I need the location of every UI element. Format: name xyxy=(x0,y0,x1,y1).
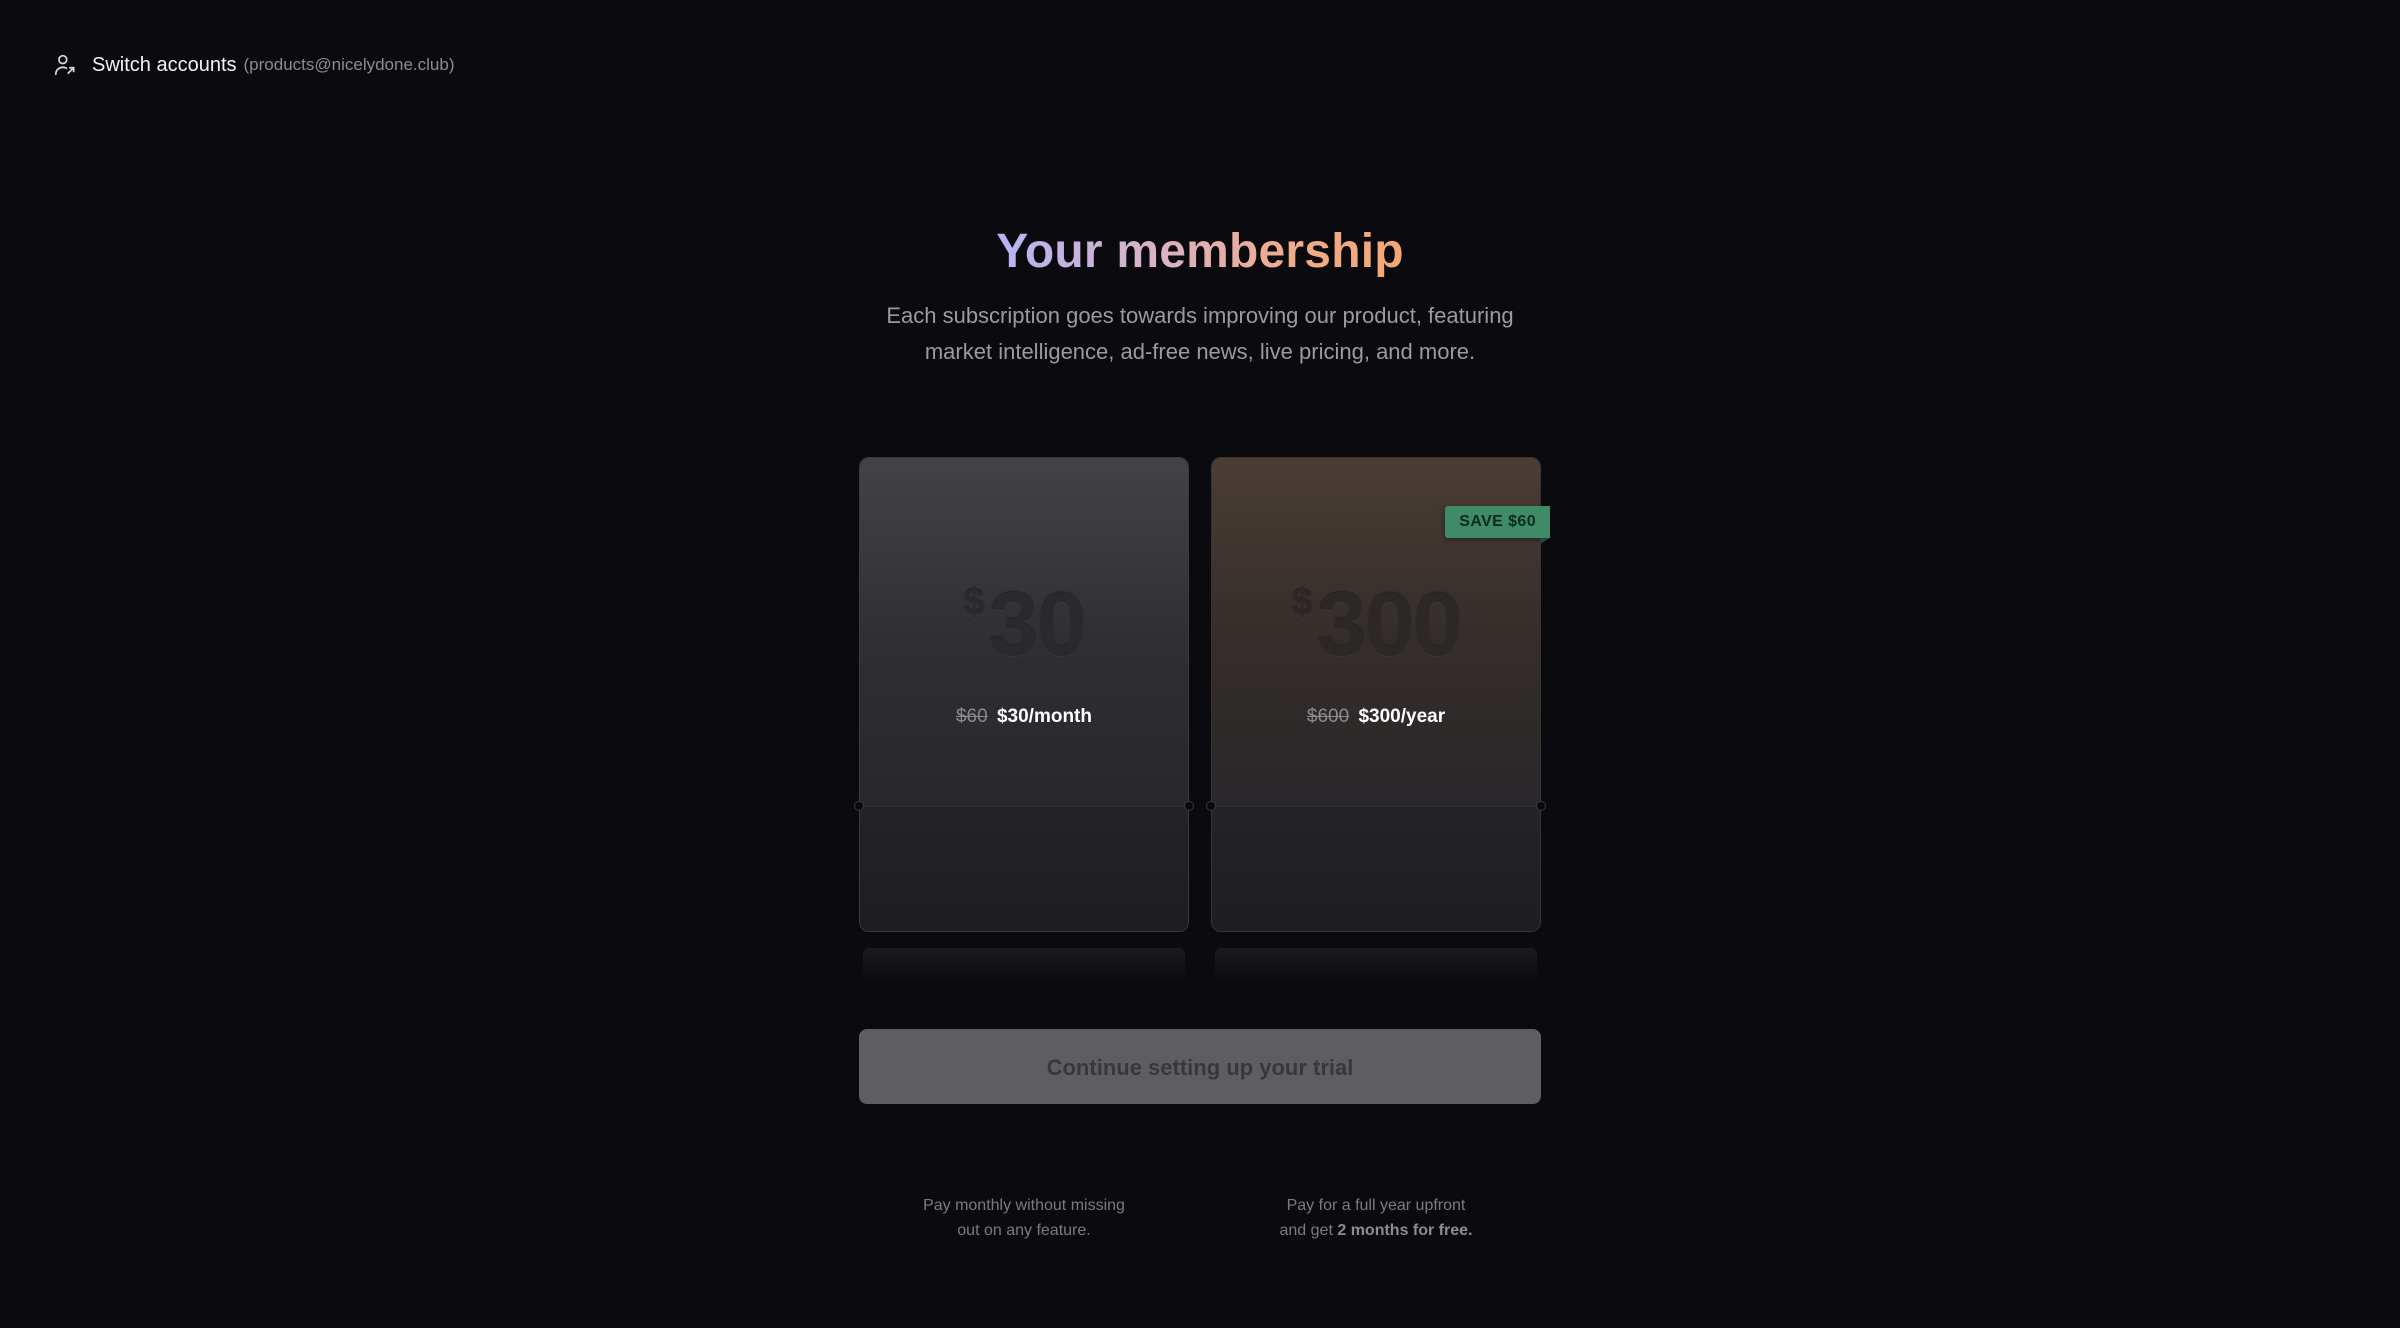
plan-card-monthly-top: $30 $60 $30/month xyxy=(860,458,1188,806)
ticket-notch xyxy=(1206,801,1216,811)
old-price: $600 xyxy=(1306,706,1350,727)
plan-price-line: $60 $30/month xyxy=(860,706,1188,728)
save-badge: SAVE $60 xyxy=(1445,506,1550,544)
card-reflection xyxy=(863,948,1185,982)
subtitle-line-2: market intelligence, ad-free news, live … xyxy=(924,339,1476,364)
plan-description-prefix: and get xyxy=(1279,1222,1333,1239)
card-reflection xyxy=(1215,948,1537,982)
plan-card-yearly[interactable]: $300 $600 $300/year Pay for a full year … xyxy=(1206,457,1550,1239)
plan-description-highlight: 2 months for free. xyxy=(1337,1222,1473,1239)
plan-description: Pay for a full year upfront and get 2 mo… xyxy=(1212,1193,1540,1243)
account-email: (products@nicelydone.club) xyxy=(243,55,455,74)
current-price: $300/year xyxy=(1358,706,1446,727)
plan-description-line-1: Pay for a full year upfront xyxy=(1286,1197,1466,1214)
continue-trial-button[interactable]: Continue setting up your trial xyxy=(859,1029,1541,1104)
plan-description-line-2: and get 2 months for free. xyxy=(1212,1218,1540,1243)
ticket-notch xyxy=(1184,801,1194,811)
plan-card-monthly-bottom: Pay monthly without missing out on any f… xyxy=(860,806,1188,1239)
ticket-notch xyxy=(854,801,864,811)
switch-accounts-label: Switch accounts xyxy=(92,53,237,76)
page-title: Your membership xyxy=(0,224,2400,279)
plan-big-price: $300 xyxy=(1212,580,1540,670)
current-price: $30/month xyxy=(996,706,1092,727)
plan-card-yearly-bottom: Pay for a full year upfront and get 2 mo… xyxy=(1212,806,1540,1239)
page-subtitle: Each subscription goes towards improving… xyxy=(0,298,2400,370)
plan-description-line-1: Pay monthly without missing xyxy=(923,1197,1125,1214)
plan-price-line: $600 $300/year xyxy=(1212,706,1540,728)
plan-description-line-2: out on any feature. xyxy=(957,1222,1091,1239)
plan-description: Pay monthly without missing out on any f… xyxy=(860,1193,1188,1243)
ticket-notch xyxy=(1536,801,1546,811)
plan-big-price: $30 xyxy=(860,580,1188,670)
page-title-text: Your membership xyxy=(996,225,1404,278)
subtitle-line-1: Each subscription goes towards improving… xyxy=(886,303,1514,328)
currency-symbol: $ xyxy=(1291,582,1313,624)
switch-accounts-link[interactable]: Switch accounts (products@nicelydone.clu… xyxy=(52,52,455,78)
price-amount: 30 xyxy=(988,575,1087,675)
currency-symbol: $ xyxy=(963,582,985,624)
user-switch-icon xyxy=(52,52,78,78)
plan-card-monthly[interactable]: $30 $60 $30/month Pay monthly without mi… xyxy=(854,457,1194,1239)
old-price: $60 xyxy=(955,706,988,727)
price-amount: 300 xyxy=(1316,575,1462,675)
